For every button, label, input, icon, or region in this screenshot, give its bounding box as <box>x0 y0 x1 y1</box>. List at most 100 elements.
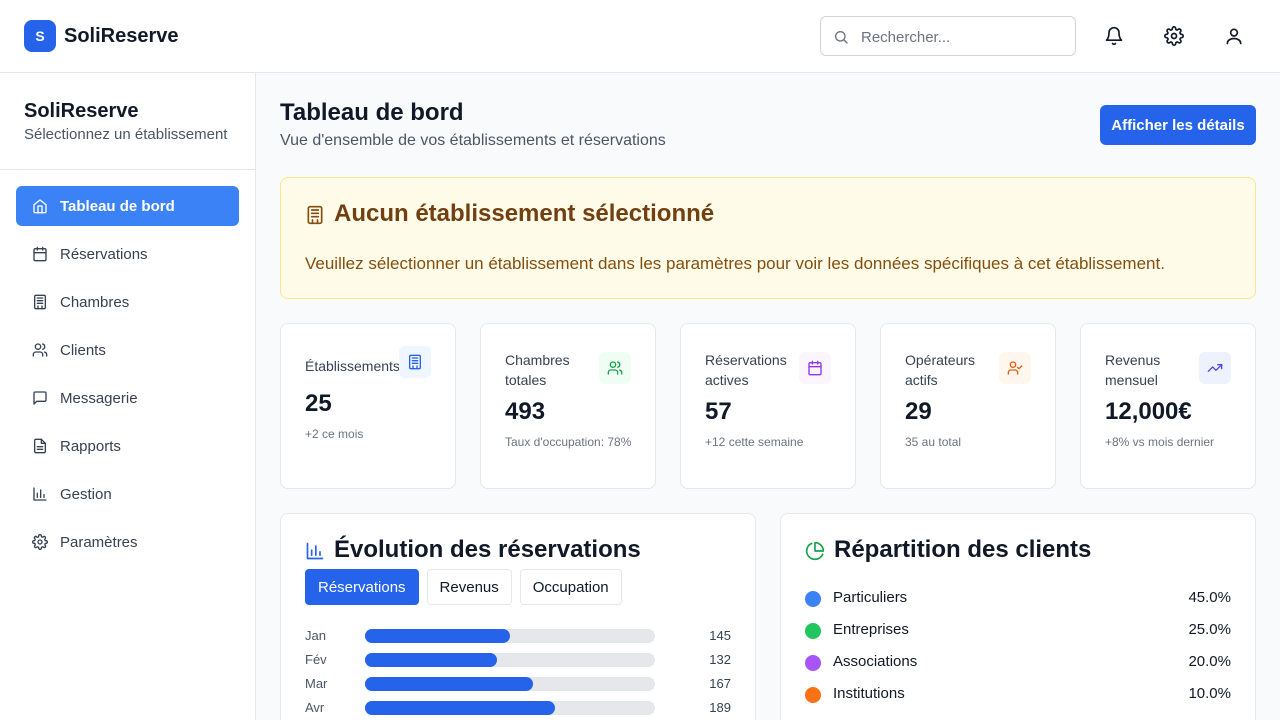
bar-track <box>365 701 655 715</box>
bar-row: Mar 167 <box>305 675 731 693</box>
user-check-icon <box>999 352 1031 384</box>
calendar-icon <box>32 246 48 262</box>
bar-value: 167 <box>709 676 731 691</box>
calendar-icon <box>799 352 831 384</box>
legend-percent: 10.0% <box>1188 685 1231 702</box>
stat-card-reservations[interactable]: Réservations actives 57 +12 cette semain… <box>680 323 856 489</box>
sidebar-item-label: Messagerie <box>60 389 138 407</box>
stats-row: Établissements 25 +2 ce mois Chambres to… <box>280 323 1256 489</box>
gear-icon[interactable] <box>1162 24 1186 48</box>
trending-up-icon <box>1199 352 1231 384</box>
stat-value: 493 <box>505 398 546 425</box>
client-distribution-card: Répartition des clients Particuliers 45.… <box>780 513 1256 720</box>
stat-note: +12 cette semaine <box>705 435 804 449</box>
reservations-evolution-card: Évolution des réservations Réservations … <box>280 513 756 720</box>
bar-label: Mar <box>305 676 328 691</box>
top-header: S SoliReserve <box>0 0 1280 73</box>
search-box[interactable] <box>820 16 1076 56</box>
sidebar-nav: Tableau de bord Réservations Chambres Cl… <box>0 170 255 586</box>
stat-card-chambres[interactable]: Chambres totales 493 Taux d'occupation: … <box>480 323 656 489</box>
app-title[interactable]: SoliReserve <box>64 24 179 48</box>
home-icon <box>32 198 48 214</box>
legend-percent: 20.0% <box>1188 653 1231 670</box>
bar-fill <box>365 701 555 715</box>
bar-fill <box>365 677 533 691</box>
sidebar-item-chambres[interactable]: Chambres <box>16 282 239 322</box>
sidebar-header: SoliReserve Sélectionnez un établissemen… <box>0 73 255 170</box>
bar-track <box>365 629 655 643</box>
sidebar-item-label: Clients <box>60 341 106 359</box>
user-icon[interactable] <box>1222 24 1246 48</box>
pie-chart-icon <box>805 541 825 566</box>
alert-title: Aucun établissement sélectionné <box>334 200 715 227</box>
sidebar-item-tableau-de-bord[interactable]: Tableau de bord <box>16 186 239 226</box>
legend-name: Particuliers <box>833 589 908 606</box>
bar-track <box>365 653 655 667</box>
message-icon <box>32 390 48 406</box>
stat-value: 57 <box>705 398 732 425</box>
stat-value: 12,000€ <box>1105 398 1192 425</box>
sidebar-item-gestion[interactable]: Gestion <box>16 474 239 514</box>
stat-note: +8% vs mois dernier <box>1105 435 1215 449</box>
stat-value: 25 <box>305 390 332 417</box>
stat-note: Taux d'occupation: 78% <box>505 435 632 449</box>
sidebar-item-clients[interactable]: Clients <box>16 330 239 370</box>
sidebar-item-label: Tableau de bord <box>60 197 175 215</box>
sidebar-item-label: Chambres <box>60 293 130 311</box>
metric-tabs: Réservations Revenus Occupation <box>305 569 622 605</box>
users-icon <box>599 352 631 384</box>
sidebar-item-parametres[interactable]: Paramètres <box>16 522 239 562</box>
bar-value: 189 <box>709 700 731 715</box>
bar-row: Jan 145 <box>305 627 731 645</box>
show-details-button[interactable]: Afficher les détails <box>1100 105 1256 145</box>
legend-name: Associations <box>833 653 918 670</box>
legend-item: Particuliers 45.0% <box>805 588 1231 608</box>
tab-occupation[interactable]: Occupation <box>519 569 622 605</box>
stat-note: 35 au total <box>905 435 962 449</box>
stat-note: +2 ce mois <box>305 427 364 441</box>
sidebar: SoliReserve Sélectionnez un établissemen… <box>0 73 256 720</box>
stat-label: Opérateurs actifs <box>905 352 976 388</box>
building-icon <box>399 346 431 378</box>
file-icon <box>32 438 48 454</box>
card-title: Répartition des clients <box>834 536 1092 563</box>
bar-label: Jan <box>305 628 326 643</box>
stat-label: Revenus mensuel <box>1105 352 1161 388</box>
establishment-selector-hint[interactable]: Sélectionnez un établissement <box>24 126 231 143</box>
legend-item: Institutions 10.0% <box>805 684 1231 704</box>
building-icon <box>32 294 48 310</box>
bar-label: Fév <box>305 652 327 667</box>
legend-dot <box>805 655 821 671</box>
legend-name: Entreprises <box>833 621 909 638</box>
stat-card-revenus[interactable]: Revenus mensuel 12,000€ +8% vs mois dern… <box>1080 323 1256 489</box>
bar-chart-icon <box>32 486 48 502</box>
sidebar-title: SoliReserve <box>24 100 139 122</box>
bar-value: 145 <box>709 628 731 643</box>
sidebar-item-label: Gestion <box>60 485 112 503</box>
legend-dot <box>805 687 821 703</box>
tab-reservations[interactable]: Réservations <box>305 569 419 605</box>
legend-dot <box>805 591 821 607</box>
stat-card-operateurs[interactable]: Opérateurs actifs 29 35 au total <box>880 323 1056 489</box>
bar-value: 132 <box>709 652 731 667</box>
legend-percent: 25.0% <box>1188 621 1231 638</box>
card-title: Évolution des réservations <box>334 536 641 563</box>
stat-label: Chambres totales <box>505 352 570 388</box>
bar-row: Avr 189 <box>305 699 731 717</box>
bell-icon[interactable] <box>1102 24 1126 48</box>
search-input[interactable] <box>861 26 1061 48</box>
sidebar-item-reservations[interactable]: Réservations <box>16 234 239 274</box>
app-logo[interactable]: S <box>24 20 56 52</box>
stat-card-etablissements[interactable]: Établissements 25 +2 ce mois <box>280 323 456 489</box>
sidebar-item-label: Rapports <box>60 437 121 455</box>
legend-item: Associations 20.0% <box>805 652 1231 672</box>
sidebar-item-messagerie[interactable]: Messagerie <box>16 378 239 418</box>
tab-revenus[interactable]: Revenus <box>426 569 512 605</box>
sidebar-item-label: Paramètres <box>60 533 138 551</box>
stat-label: Réservations actives <box>705 352 787 388</box>
users-icon <box>32 342 48 358</box>
alert-text: Veuillez sélectionner un établissement d… <box>305 254 1165 273</box>
legend-dot <box>805 623 821 639</box>
gear-icon <box>32 534 48 550</box>
sidebar-item-rapports[interactable]: Rapports <box>16 426 239 466</box>
